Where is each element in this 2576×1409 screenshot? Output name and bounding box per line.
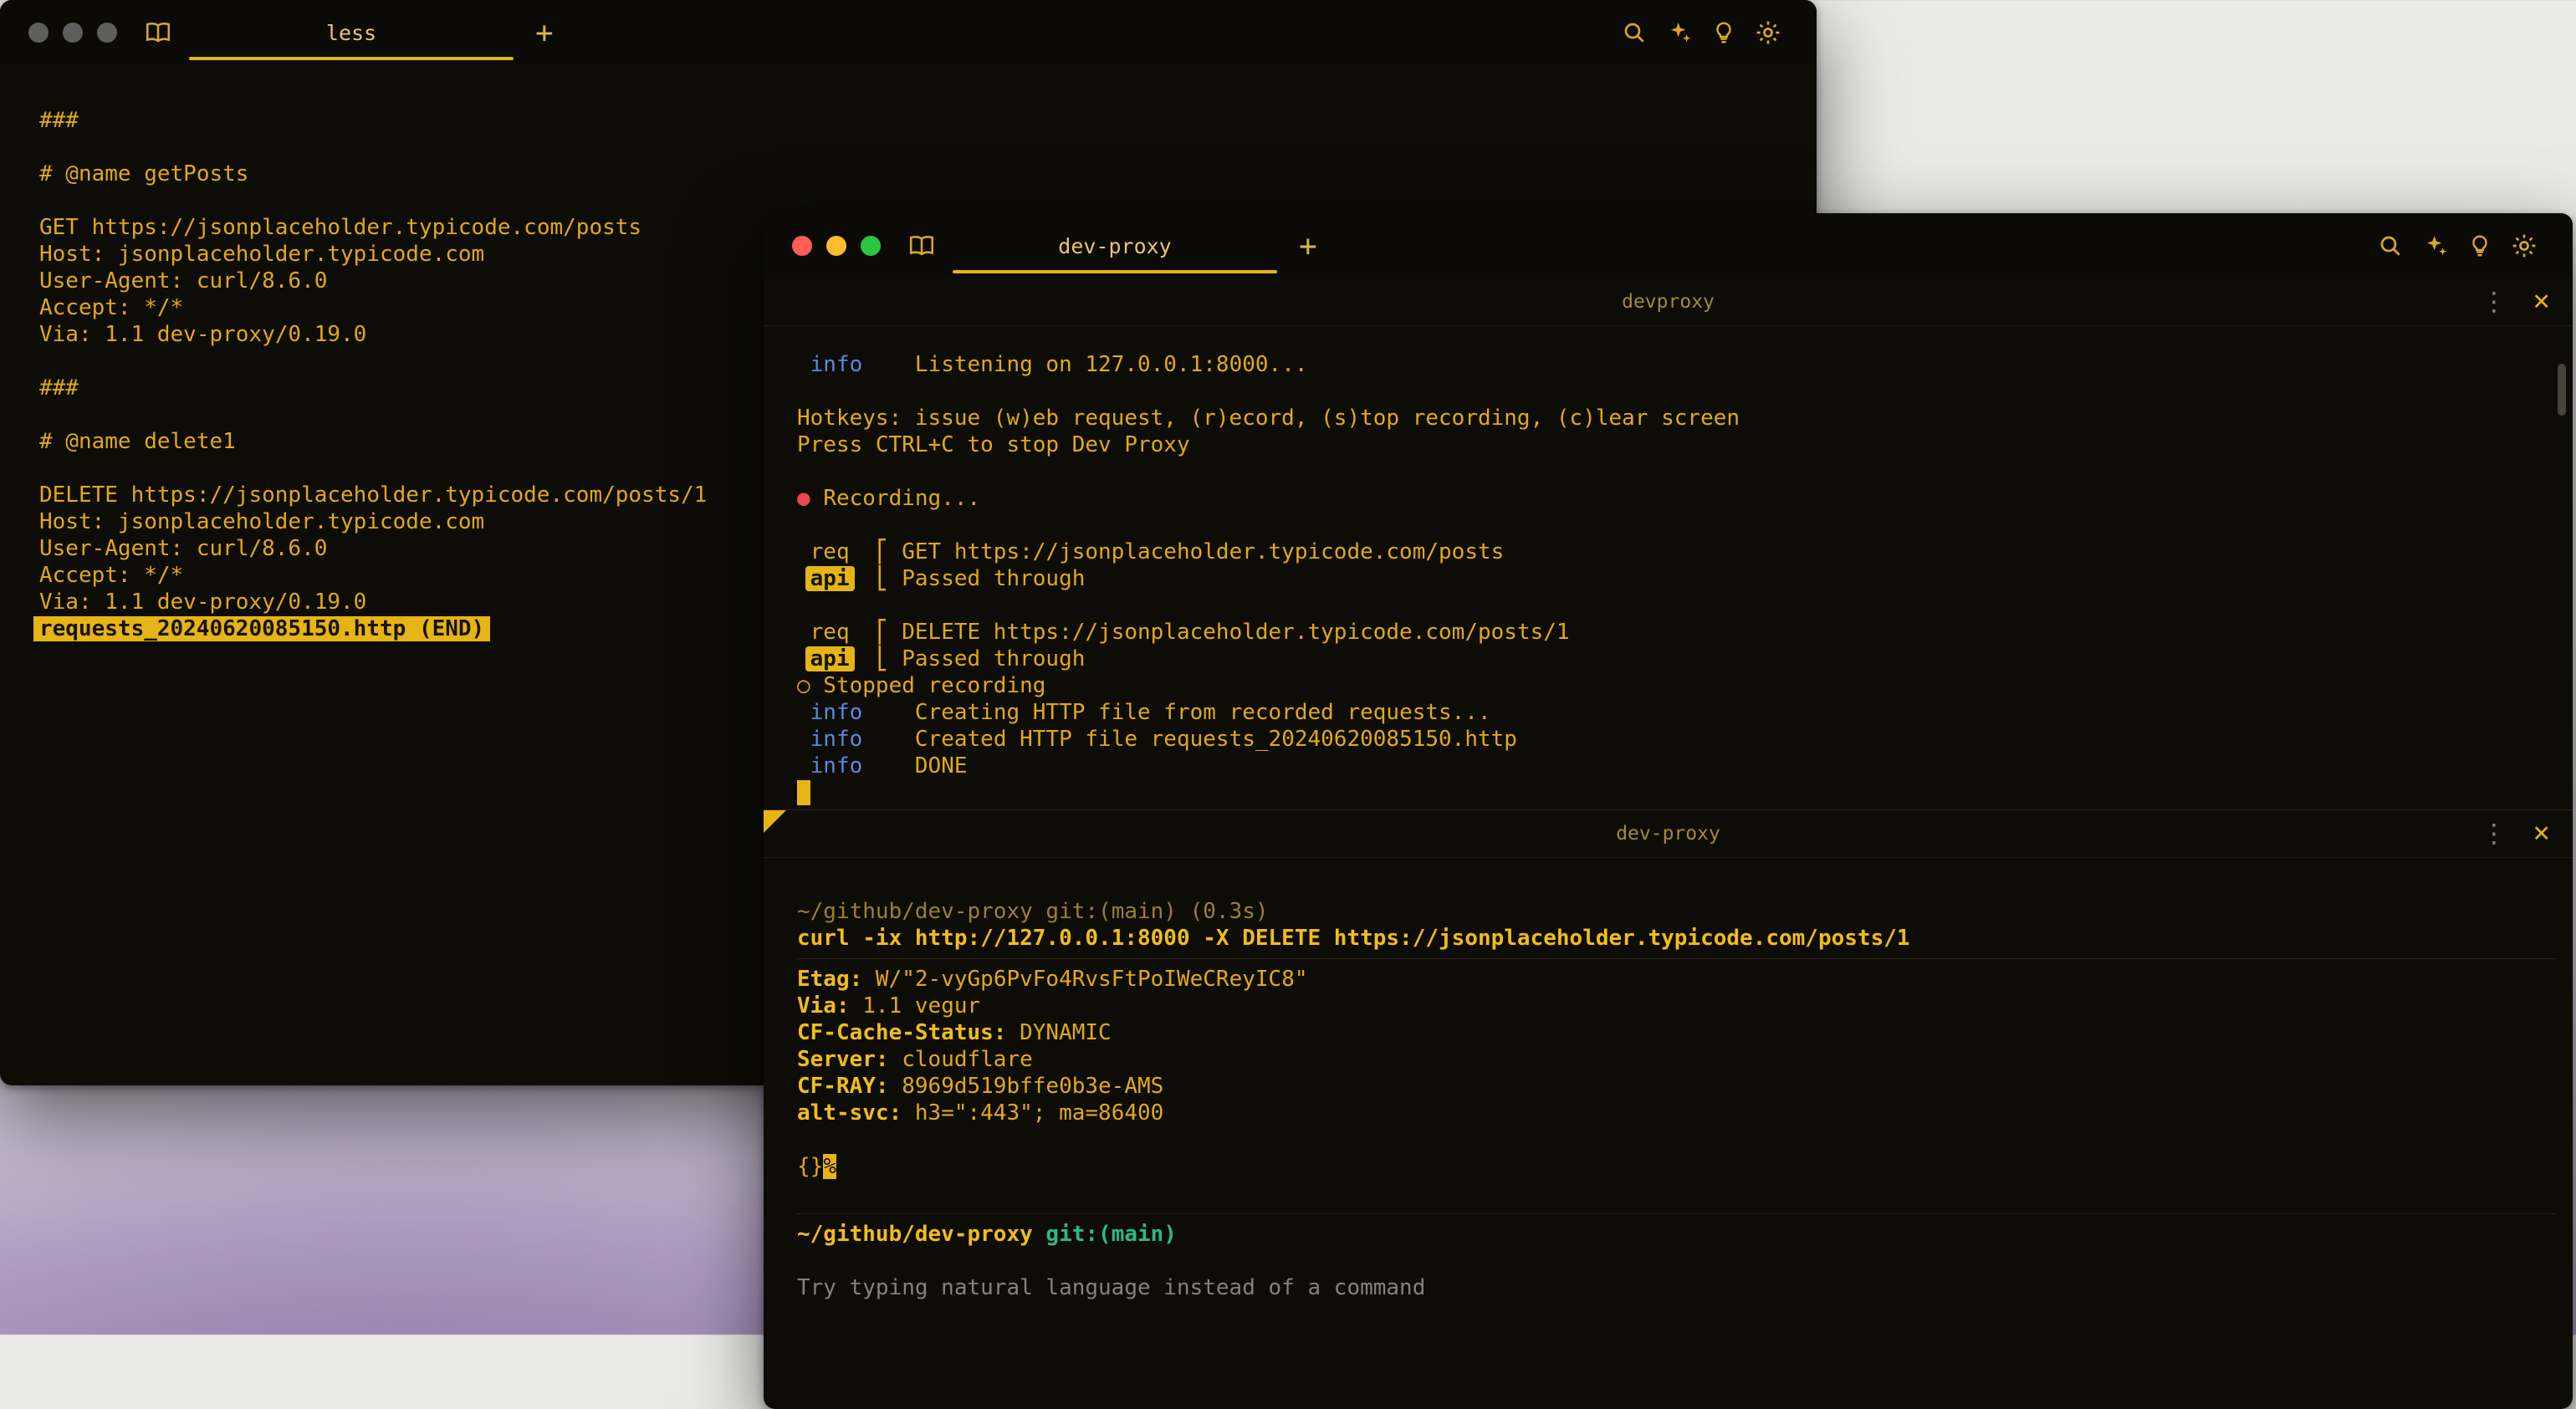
settings-gear-icon[interactable] bbox=[2511, 232, 2538, 259]
lightbulb-icon[interactable] bbox=[1711, 19, 1736, 46]
terminal-line: Hotkeys: issue (w)eb request, (r)ecord, … bbox=[797, 405, 2556, 431]
minimize-window-button[interactable] bbox=[63, 23, 83, 43]
ai-sparkles-icon[interactable] bbox=[1666, 19, 1693, 46]
terminal-line: info DONE bbox=[797, 753, 2556, 779]
traffic-lights bbox=[792, 236, 881, 256]
scrollbar[interactable] bbox=[2558, 364, 2566, 416]
terminal-line: Server: cloudflare bbox=[797, 1046, 2556, 1073]
terminal-line: ~/github/dev-proxy git:(main) bbox=[797, 1221, 2556, 1248]
terminal-line bbox=[797, 779, 2556, 806]
ai-sparkles-icon[interactable] bbox=[2422, 232, 2449, 259]
terminal-line: {}% bbox=[797, 1153, 2556, 1180]
terminal-line bbox=[797, 458, 2556, 485]
minimize-window-button[interactable] bbox=[826, 236, 846, 256]
titlebar: dev-proxy + bbox=[764, 213, 2573, 278]
traffic-lights bbox=[28, 23, 117, 43]
block-separator bbox=[797, 1213, 2556, 1214]
pane-split-corner-marker bbox=[764, 810, 786, 833]
tab-label: less bbox=[326, 21, 376, 45]
close-window-button[interactable] bbox=[792, 236, 812, 256]
pane-devproxy: devproxy ⋮ ✕ info Listening on 127.0.0.1… bbox=[764, 278, 2573, 809]
titlebar: less + bbox=[0, 0, 1817, 65]
terminal-line: ### bbox=[39, 107, 1800, 134]
titlebar-icons bbox=[1621, 19, 1781, 46]
terminal-line bbox=[797, 1126, 2556, 1153]
terminal-line: CF-RAY: 8969d519bffe0b3e-AMS bbox=[797, 1073, 2556, 1100]
pane-actions: ⋮ ✕ bbox=[2481, 810, 2551, 857]
terminal-line: ● Recording... bbox=[797, 485, 2556, 512]
desktop: { "chrome": { "new_tab_label": "+", "keb… bbox=[0, 0, 2576, 1335]
terminal-line: info Created HTTP file requests_20240620… bbox=[797, 726, 2556, 753]
pane-title: devproxy bbox=[1622, 291, 1715, 313]
terminal-line: api ⎣ Passed through bbox=[797, 646, 2556, 672]
pane-menu-icon[interactable]: ⋮ bbox=[2481, 287, 2507, 317]
terminal-line: CF-Cache-Status: DYNAMIC bbox=[797, 1019, 2556, 1046]
terminal-line: Etag: W/"2-vyGp6PvFo4RvsFtPoIWeCReyIC8" bbox=[797, 966, 2556, 993]
pane-title: dev-proxy bbox=[1616, 823, 1720, 845]
search-icon[interactable] bbox=[2377, 232, 2404, 259]
pane-menu-icon[interactable]: ⋮ bbox=[2481, 819, 2507, 849]
terminal-line: Via: 1.1 vegur bbox=[797, 993, 2556, 1019]
tab-label: dev-proxy bbox=[1058, 234, 1171, 258]
zoom-window-button[interactable] bbox=[861, 236, 881, 256]
terminal-line: Try typing natural language instead of a… bbox=[797, 1274, 2556, 1301]
tab-dev-proxy[interactable]: dev-proxy bbox=[948, 213, 1282, 278]
new-tab-button[interactable]: + bbox=[1299, 229, 1317, 263]
terminal-line bbox=[797, 1248, 2556, 1274]
zoom-window-button[interactable] bbox=[97, 23, 117, 43]
terminal-line bbox=[39, 134, 1800, 161]
window-dev-proxy: dev-proxy + bbox=[764, 213, 2573, 1409]
terminal-line: info Creating HTTP file from recorded re… bbox=[797, 699, 2556, 726]
active-tab-underline bbox=[189, 57, 514, 60]
terminal-line: info Listening on 127.0.0.1:8000... bbox=[797, 351, 2556, 378]
terminal-line bbox=[797, 512, 2556, 539]
terminal-line: ~/github/dev-proxy git:(main) (0.3s) bbox=[797, 898, 2556, 925]
terminal-line bbox=[797, 378, 2556, 405]
search-icon[interactable] bbox=[1621, 19, 1648, 46]
titlebar-icons bbox=[2377, 232, 2538, 259]
active-tab-underline bbox=[953, 270, 1277, 273]
terminal-line: alt-svc: h3=":443"; ma=86400 bbox=[797, 1100, 2556, 1126]
pane-dev-proxy-shell: dev-proxy ⋮ ✕ ~/github/dev-proxy git:(ma… bbox=[764, 809, 2573, 1301]
lightbulb-icon[interactable] bbox=[2467, 232, 2492, 259]
terminal-line: req ⎡ GET https://jsonplaceholder.typico… bbox=[797, 539, 2556, 565]
terminal-line: # @name getPosts bbox=[39, 161, 1800, 187]
terminal-line: req ⎡ DELETE https://jsonplaceholder.typ… bbox=[797, 619, 2556, 646]
settings-gear-icon[interactable] bbox=[1755, 19, 1781, 46]
terminal-line: api ⎣ Passed through bbox=[797, 565, 2556, 592]
pane-header: devproxy ⋮ ✕ bbox=[764, 278, 2573, 326]
pane-actions: ⋮ ✕ bbox=[2481, 278, 2551, 325]
terminal-line: ○ Stopped recording bbox=[797, 672, 2556, 699]
tab-less[interactable]: less bbox=[184, 0, 519, 65]
terminal-line bbox=[797, 592, 2556, 619]
book-icon[interactable] bbox=[907, 233, 936, 258]
terminal-line bbox=[39, 187, 1800, 214]
terminal-output-devproxy: info Listening on 127.0.0.1:8000... Hotk… bbox=[764, 326, 2573, 809]
pane-close-icon[interactable]: ✕ bbox=[2532, 289, 2551, 315]
terminal-line: Press CTRL+C to stop Dev Proxy bbox=[797, 431, 2556, 458]
terminal-line bbox=[797, 1180, 2556, 1207]
block-separator bbox=[797, 958, 2556, 959]
close-window-button[interactable] bbox=[28, 23, 49, 43]
terminal-output-shell: ~/github/dev-proxy git:(main) (0.3s)curl… bbox=[764, 858, 2573, 1301]
new-tab-button[interactable]: + bbox=[535, 16, 554, 50]
terminal-line: curl -ix http://127.0.0.1:8000 -X DELETE… bbox=[797, 925, 2556, 952]
pane-close-icon[interactable]: ✕ bbox=[2532, 821, 2551, 847]
pane-header: dev-proxy ⋮ ✕ bbox=[764, 809, 2573, 858]
book-icon[interactable] bbox=[144, 20, 172, 45]
